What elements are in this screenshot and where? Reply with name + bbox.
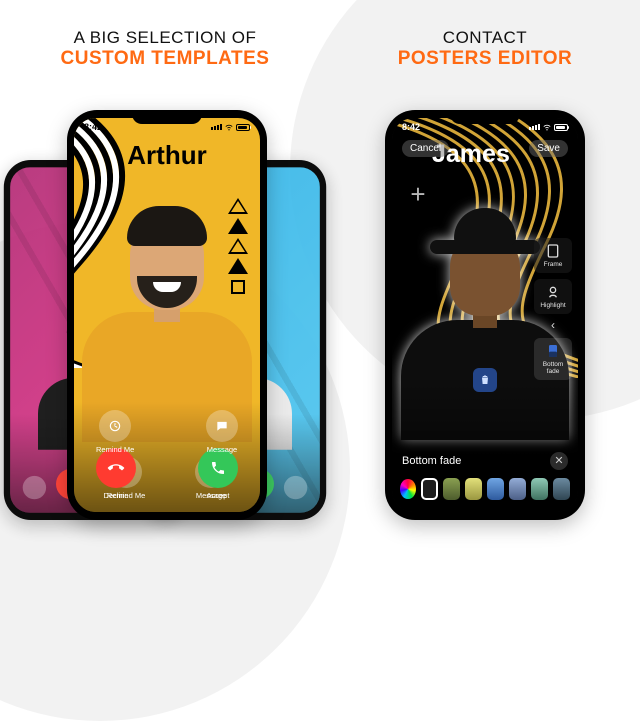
tool-frame[interactable]: Frame bbox=[534, 238, 572, 273]
accept-button[interactable]: Accept bbox=[198, 448, 238, 500]
swatch-5[interactable] bbox=[531, 478, 548, 500]
phone-editor-wrap: 8:42 Cancel Save James + bbox=[330, 102, 640, 522]
call-main-row: Decline Accept bbox=[74, 448, 260, 504]
cancel-button[interactable]: Cancel bbox=[402, 140, 449, 157]
effect-label-row: Bottom fade ✕ bbox=[402, 452, 568, 470]
tool-highlight-label: Highlight bbox=[540, 302, 565, 309]
poster-bg-yellow: 8:42 Arthur bbox=[74, 118, 260, 512]
headline-left: A BIG SELECTION OF CUSTOM TEMPLATES bbox=[0, 28, 330, 70]
phone-notch bbox=[132, 110, 202, 124]
message-label: Message bbox=[207, 445, 237, 454]
color-picker-button[interactable] bbox=[400, 479, 416, 499]
tool-highlight[interactable]: Highlight bbox=[534, 279, 572, 314]
status-indicators bbox=[211, 123, 250, 131]
headline-accent: POSTERS EDITOR bbox=[330, 48, 640, 70]
status-time: 8:42 bbox=[402, 122, 420, 132]
swatch-6[interactable] bbox=[553, 478, 570, 500]
side-toolbar: Frame Highlight ‹ Bottom fade bbox=[534, 238, 572, 380]
add-element-button[interactable]: + bbox=[404, 180, 432, 208]
remind-button[interactable]: Remind Me bbox=[96, 410, 134, 454]
triangle-ornament bbox=[228, 198, 248, 294]
battery-icon bbox=[236, 124, 250, 131]
headline-right: CONTACT POSTERS EDITOR bbox=[330, 28, 640, 70]
wifi-icon bbox=[543, 123, 551, 131]
headline-top: CONTACT bbox=[443, 28, 527, 47]
clock-icon bbox=[108, 419, 122, 433]
status-time: 8:42 bbox=[84, 122, 102, 132]
message-button[interactable] bbox=[284, 476, 307, 502]
phone-editor: 8:42 Cancel Save James + bbox=[385, 110, 585, 520]
phone-cluster: 8:42 Arthur bbox=[0, 102, 330, 522]
delete-button[interactable] bbox=[473, 368, 497, 392]
tool-bottom-fade-label: Bottom fade bbox=[543, 361, 564, 375]
swatch-4[interactable] bbox=[509, 478, 526, 500]
headline-accent: CUSTOM TEMPLATES bbox=[0, 48, 330, 70]
phone-notch bbox=[450, 110, 520, 124]
swatch-0[interactable] bbox=[421, 478, 438, 500]
phone-template-yellow[interactable]: 8:42 Arthur bbox=[67, 110, 267, 520]
contact-name: Arthur bbox=[74, 140, 260, 171]
signal-icon bbox=[211, 124, 222, 130]
frame-icon bbox=[545, 243, 561, 259]
close-effect-button[interactable]: ✕ bbox=[550, 452, 568, 470]
bottom-fade-icon bbox=[545, 343, 561, 359]
poster-bg-black: 8:42 Cancel Save James + bbox=[392, 118, 578, 512]
tool-frame-label: Frame bbox=[544, 261, 563, 268]
headline-top: A BIG SELECTION OF bbox=[74, 28, 257, 47]
remind-button[interactable] bbox=[22, 476, 45, 502]
accept-label: Accept bbox=[207, 491, 230, 500]
remind-label: Remind Me bbox=[96, 445, 134, 454]
tool-bottom-fade[interactable]: Bottom fade bbox=[534, 338, 572, 380]
trash-icon bbox=[479, 374, 491, 386]
panel-templates: A BIG SELECTION OF CUSTOM TEMPLATES bbox=[0, 0, 330, 561]
wifi-icon bbox=[225, 123, 233, 131]
save-button[interactable]: Save bbox=[529, 140, 568, 157]
swatch-2[interactable] bbox=[465, 478, 482, 500]
message-icon bbox=[215, 419, 229, 433]
effect-label: Bottom fade bbox=[402, 455, 461, 467]
editor-topbar: Cancel Save bbox=[402, 140, 568, 157]
signal-icon bbox=[529, 124, 540, 130]
phone-down-icon bbox=[105, 457, 128, 480]
message-button[interactable]: Message bbox=[206, 410, 238, 454]
swatch-3[interactable] bbox=[487, 478, 504, 500]
battery-icon bbox=[554, 124, 568, 131]
call-upper-row: Remind Me Message bbox=[74, 410, 260, 454]
decline-label: Decline bbox=[103, 491, 128, 500]
color-swatches bbox=[400, 478, 570, 500]
status-indicators bbox=[529, 123, 568, 131]
swatch-1[interactable] bbox=[443, 478, 460, 500]
panel-editor: CONTACT POSTERS EDITOR bbox=[330, 0, 640, 561]
chevron-left-icon[interactable]: ‹ bbox=[534, 318, 572, 332]
decline-button[interactable]: Decline bbox=[96, 448, 136, 500]
highlight-icon bbox=[545, 284, 561, 300]
phone-icon bbox=[210, 460, 226, 476]
